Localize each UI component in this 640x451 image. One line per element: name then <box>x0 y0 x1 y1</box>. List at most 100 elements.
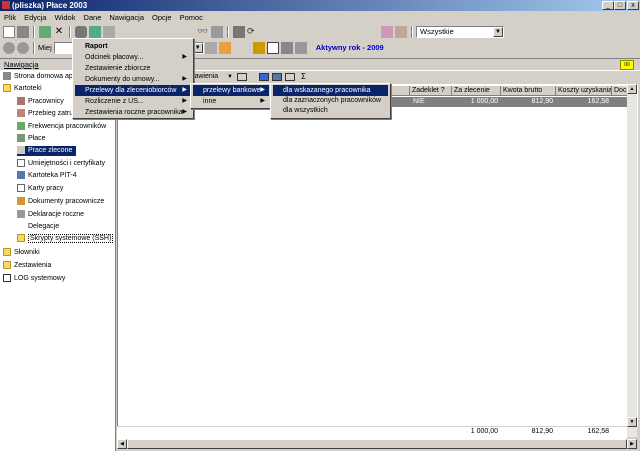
total-za-zlecenie: 1 000,00 <box>470 428 498 435</box>
menu-item-zestawienie-zbiorcze[interactable]: Zestawienie zbiorcze <box>75 63 191 74</box>
tree-item-log[interactable]: LOG systemowy <box>3 274 65 284</box>
chevron-down-icon[interactable]: ▼ <box>192 42 203 53</box>
tree-item-frekwencja[interactable]: Frekwencja pracowników <box>17 122 106 132</box>
table-cell-kwota[interactable]: 812,90 <box>501 97 556 107</box>
menu-item-raport: Raport <box>85 43 108 50</box>
tree-item-delegacje[interactable]: Delegacje <box>28 222 59 232</box>
delete-icon[interactable]: ✕ <box>53 26 65 38</box>
tree-item-pit4[interactable]: Kartoteka PIT-4 <box>17 171 77 181</box>
forward-icon[interactable] <box>17 41 29 54</box>
vertical-scrollbar[interactable]: ▲ ▼ <box>627 84 637 437</box>
menu-item-dla-wszystkich[interactable]: dla wszystkich <box>273 105 388 116</box>
sum-icon[interactable]: Σ <box>301 71 306 83</box>
menu-item-odcinek[interactable]: Odcinek płacowy... ▶ <box>75 52 191 63</box>
scroll-right-icon[interactable]: ▶ <box>627 439 637 449</box>
minimize-button[interactable]: _ <box>602 1 614 10</box>
total-kwota-brutto: 812,90 <box>531 428 553 435</box>
menu-widok[interactable]: Widok <box>51 12 80 23</box>
link-icon[interactable] <box>280 41 293 54</box>
grid-header-za-zlecenie[interactable]: Za zlecenie <box>452 86 501 96</box>
tree-item-umiejetnosci[interactable]: Umiejętności i certyfikaty <box>17 159 105 169</box>
table-cell-za-zlecenie[interactable]: 1 000,00 <box>452 97 501 107</box>
tree-item-przebieg[interactable]: Przebieg zatru <box>17 109 73 119</box>
chevron-right-icon: ▶ <box>182 87 187 93</box>
scroll-down-icon[interactable]: ▼ <box>627 417 637 427</box>
tree-item-slowniki[interactable]: Słowniki <box>3 248 40 258</box>
settings-icon[interactable] <box>294 41 307 54</box>
contract-icon <box>17 146 25 155</box>
tree-item-place[interactable]: Płace <box>17 134 46 144</box>
refresh-icon[interactable]: ⟳ <box>247 26 259 38</box>
navigation-tree: Strona domowa ap Kartoteki Pracownicy Pr… <box>0 70 115 451</box>
main-toolbar: ✕ 👓 ⟳ Wszystkie ▼ <box>2 24 638 39</box>
window-icon[interactable] <box>259 73 269 81</box>
filter-icon[interactable] <box>381 25 393 38</box>
scroll-left-icon[interactable]: ◀ <box>117 439 127 449</box>
close-button[interactable]: x <box>627 1 639 10</box>
menu-item-rozliczenie[interactable]: Rozliczenie z US... ▶ <box>75 96 191 107</box>
calc-icon[interactable] <box>233 25 245 38</box>
scroll-thumb[interactable] <box>127 439 627 449</box>
menu-item-przelewy[interactable]: Przelewy dla zleceniobiorców ▶ <box>75 85 191 96</box>
tree-item-karty-pracy[interactable]: Karty pracy <box>17 184 63 194</box>
history-icon <box>17 109 25 118</box>
chevron-down-icon[interactable]: ▼ <box>493 26 503 37</box>
back-icon[interactable] <box>3 41 15 54</box>
users-icon[interactable] <box>252 41 265 54</box>
active-year-label: Aktywny rok - 2009 <box>315 43 384 52</box>
menu-plik[interactable]: Plik <box>0 12 20 23</box>
tree-item-kartoteki[interactable]: Kartoteki <box>3 84 42 94</box>
scroll-up-icon[interactable]: ▲ <box>627 84 637 94</box>
grid-header-zadeklet[interactable]: Zadeklet ? <box>410 86 452 96</box>
maximize-button[interactable]: □ <box>614 1 626 10</box>
table-cell-dochod[interactable] <box>612 97 627 107</box>
chevron-down-icon[interactable]: ▼ <box>227 71 233 83</box>
copy-icon[interactable] <box>285 73 295 81</box>
menu-dane[interactable]: Dane <box>79 12 105 23</box>
doc-icon[interactable] <box>204 41 217 54</box>
table-cell-koszty[interactable]: 162,58 <box>556 97 612 107</box>
tree-item-pracownicy[interactable]: Pracownicy <box>17 97 64 107</box>
menu-opcje[interactable]: Opcje <box>148 12 176 23</box>
tree-item-zestawienia[interactable]: Zestawienia <box>3 261 51 271</box>
attendance-icon <box>17 122 25 131</box>
tree-item-deklaracje[interactable]: Deklaracje roczne <box>17 210 84 220</box>
menu-edycja[interactable]: Edycja <box>20 12 51 23</box>
window-title: (pliszka) Płace 2003 <box>12 1 88 10</box>
new-icon[interactable] <box>3 25 15 38</box>
filter-combo[interactable]: Wszystkie ▼ <box>416 25 504 38</box>
navigation-label: Nawigacja <box>4 60 39 69</box>
open-icon[interactable] <box>17 25 29 38</box>
home-icon[interactable] <box>218 41 231 54</box>
chevron-right-icon: ▶ <box>182 76 187 82</box>
help-icon[interactable] <box>266 41 279 54</box>
binoculars-icon[interactable]: 👓 <box>197 26 209 38</box>
certificate-icon <box>17 159 25 168</box>
tree-item-dokumenty[interactable]: Dokumenty pracownicze <box>17 197 104 207</box>
export-icon[interactable] <box>272 73 282 81</box>
menu-item-dokumenty[interactable]: Dokumenty do umowy... ▶ <box>75 74 191 85</box>
print-icon[interactable] <box>75 25 87 38</box>
horizontal-scrollbar[interactable]: ◀ ▶ <box>117 439 637 449</box>
tree-item-home[interactable]: Strona domowa ap <box>3 72 73 82</box>
edit-icon[interactable] <box>39 25 51 38</box>
menu-item-przelewy-bankowe[interactable]: przelewy bankowe ▶ <box>193 85 269 96</box>
sort-icon[interactable] <box>211 25 223 38</box>
menu-nawigacja[interactable]: Nawigacja <box>105 12 148 23</box>
folder-icon <box>3 261 11 270</box>
menu-item-inne[interactable]: inne ▶ <box>193 96 269 107</box>
preview-icon[interactable] <box>103 25 115 38</box>
columns-icon[interactable] <box>395 25 407 38</box>
table-cell-zadeklet[interactable]: NIE <box>410 97 452 107</box>
navigation-badge[interactable]: 00 <box>620 60 634 70</box>
grid-header-kwota-brutto[interactable]: Kwota brutto <box>501 86 556 96</box>
tree-item-skrypty[interactable]: Skrypty systemowe (SSH) <box>17 234 114 244</box>
table-icon[interactable] <box>237 73 247 81</box>
grid-header-koszty[interactable]: Koszty uzyskania <box>556 86 612 96</box>
grid-toolbar: stawienia ▼ Σ <box>117 71 640 83</box>
tree-item-prace-zlecone[interactable]: Prace zlecone <box>17 146 77 156</box>
tools-icon[interactable] <box>89 25 101 38</box>
menu-item-zestawienia-roczne[interactable]: Zestawienia roczne pracownika ▶ <box>75 107 191 118</box>
menu-pomoc[interactable]: Pomoc <box>176 12 207 23</box>
chevron-right-icon: ▶ <box>260 87 265 93</box>
